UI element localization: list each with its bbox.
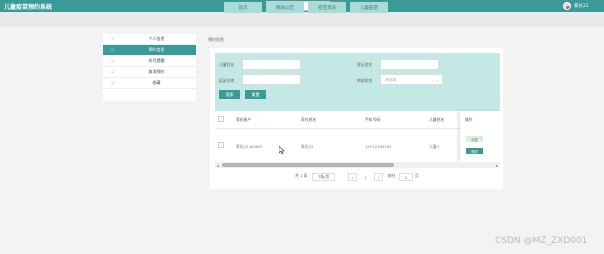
next-page-button[interactable]: › <box>374 173 383 181</box>
scroll-right-icon[interactable]: ▸ <box>494 162 500 168</box>
child-name-label: 儿童姓名 <box>219 62 235 67</box>
mouse-cursor-icon <box>279 146 285 154</box>
sidebar-item-appointments[interactable]: ☞ 预约信息 <box>103 45 196 56</box>
cell-phone: 15712343202 <box>365 144 392 149</box>
sidebar-item-profile[interactable]: ☞ 个人信息 <box>103 34 196 45</box>
hand-point-icon: ☞ <box>110 58 116 65</box>
nav-home[interactable]: 首页 <box>224 2 262 13</box>
cell-child-name: 儿童2 <box>429 144 440 149</box>
sidebar-item-favorites[interactable]: ☞ 收藏 <box>103 78 196 89</box>
avatar <box>563 2 571 10</box>
hand-point-icon: ☞ <box>110 80 116 87</box>
search-filter-button[interactable]: 搜索 <box>219 90 240 99</box>
parent-name-label: 家长姓名 <box>357 62 373 67</box>
sidebar-item-call-reminder[interactable]: ☞ 叫号提醒 <box>103 56 196 67</box>
child-name-field[interactable] <box>242 59 301 70</box>
sidebar-item-cancel-appointment[interactable]: ☞ 取消预约 <box>103 67 196 78</box>
breadcrumb: 预约信息 <box>208 37 224 42</box>
app-title[interactable]: 儿童疫苗预约系统 <box>4 2 52 11</box>
review-status-placeholder: -请选择- <box>384 78 398 82</box>
cell-parent-name: 家长22 <box>301 144 314 149</box>
cell-parent-account: 家长22-00400 <box>236 144 262 149</box>
column-header-parent-name: 家长姓名 <box>301 117 317 122</box>
nav-announcements[interactable]: 网站公告 <box>266 2 304 13</box>
current-page[interactable]: 1 <box>360 173 371 181</box>
watermark: CSDN @MZ_ZXD001 <box>495 236 588 246</box>
page-size-select[interactable]: 7条/页 <box>312 173 335 181</box>
column-header-parent-account: 家长账户 <box>236 117 252 122</box>
user-menu[interactable]: 家长22 <box>563 2 589 10</box>
nav-vaccine-news[interactable]: 疫苗资讯 <box>308 2 346 13</box>
vaccine-name-label: 疫苗名称 <box>219 78 235 83</box>
goto-page-suffix: 页 <box>415 173 419 178</box>
nav-bar <box>0 12 604 27</box>
reset-filter-button[interactable]: 重置 <box>245 90 266 99</box>
favorite-button[interactable]: 收藏 <box>466 136 483 142</box>
review-status-select[interactable]: -请选择- ⌄ <box>380 74 443 85</box>
hand-point-icon: ☞ <box>110 47 116 54</box>
table-divider <box>215 128 500 129</box>
scroll-left-icon[interactable]: ◂ <box>215 162 221 168</box>
goto-label: 前往 <box>388 173 396 178</box>
scrollbar-thumb[interactable] <box>222 163 394 167</box>
pagination-total: 共 1 条 <box>295 173 308 178</box>
vaccine-name-field[interactable] <box>242 74 301 85</box>
review-status-label: 审核状态 <box>357 78 373 83</box>
data-table <box>215 111 500 168</box>
hand-point-icon: ☞ <box>110 69 116 76</box>
prev-page-button[interactable]: ‹ <box>348 173 357 181</box>
select-all-checkbox[interactable] <box>218 116 224 122</box>
column-header-operation: 操作 <box>465 117 473 122</box>
username: 家长22 <box>574 4 589 9</box>
column-header-phone: 手机号码 <box>365 117 381 122</box>
book-button[interactable]: 预约 <box>466 148 483 154</box>
goto-page-input[interactable]: 1 <box>399 173 413 181</box>
nav-child-vaccines[interactable]: 儿童疫苗 <box>350 2 388 13</box>
row-checkbox[interactable] <box>218 142 224 148</box>
parent-name-field[interactable] <box>380 59 439 70</box>
column-header-child-name: 儿童姓名 <box>429 117 445 122</box>
chevron-down-icon: ⌄ <box>435 77 439 82</box>
sidebar: ☞ 个人信息 ☞ 预约信息 ☞ 叫号提醒 ☞ 取消预约 ☞ 收藏 <box>103 34 196 101</box>
hand-point-icon: ☞ <box>110 36 116 43</box>
